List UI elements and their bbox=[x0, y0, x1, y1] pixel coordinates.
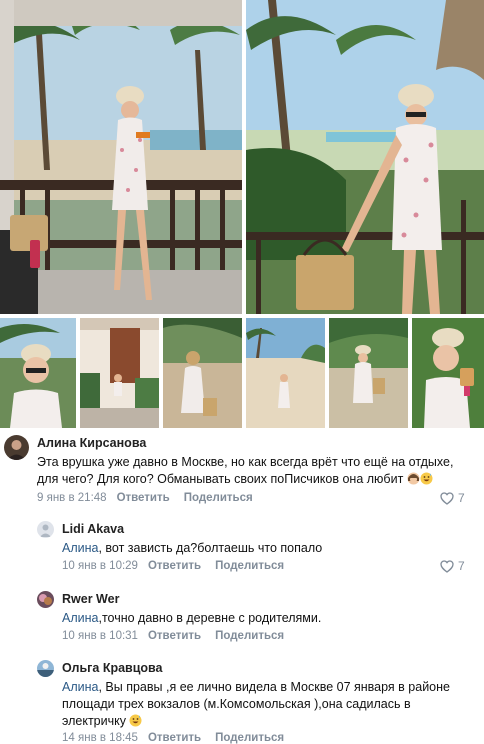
thumbnail-photo-4[interactable] bbox=[246, 318, 325, 428]
thumbnail-photo-2[interactable] bbox=[80, 318, 159, 428]
share-button[interactable]: Поделиться bbox=[215, 732, 284, 744]
share-button[interactable]: Поделиться bbox=[184, 492, 253, 504]
avatar[interactable] bbox=[37, 591, 54, 608]
share-button[interactable]: Поделиться bbox=[215, 630, 284, 642]
comment-meta: 9 янв в 21:48 Ответить Поделиться bbox=[37, 492, 253, 504]
comment-author[interactable]: Ольга Кравцова bbox=[62, 661, 163, 675]
comment-author[interactable]: Lidi Akava bbox=[62, 522, 124, 536]
comment-meta: 10 янв в 10:29 Ответить Поделиться bbox=[62, 560, 284, 572]
comment-text: Алина, Вы правы ,я ее лично видела в Мос… bbox=[62, 679, 477, 730]
grinning-sweat-emoji-icon bbox=[129, 714, 142, 727]
comment: Алина Кирсанова Эта врушка уже давно в М… bbox=[0, 432, 484, 510]
reply-to-link[interactable]: Алина bbox=[62, 541, 98, 555]
comment-text: Эта врушка уже давно в Москве, но как вс… bbox=[37, 454, 477, 488]
thumbnail-photo-6[interactable] bbox=[412, 318, 484, 428]
avatar[interactable] bbox=[37, 521, 54, 538]
heart-icon bbox=[440, 491, 454, 505]
comment-date[interactable]: 14 янв в 18:45 bbox=[62, 732, 138, 744]
comment-date[interactable]: 10 янв в 10:31 bbox=[62, 630, 138, 642]
photo-main-left[interactable] bbox=[0, 0, 242, 314]
comment-meta: 10 янв в 10:31 Ответить Поделиться bbox=[62, 630, 284, 642]
share-button[interactable]: Поделиться bbox=[215, 560, 284, 572]
comment-body: Эта врушка уже давно в Москве, но как вс… bbox=[37, 455, 454, 486]
like-count: 7 bbox=[458, 491, 465, 505]
grinning-sweat-emoji-icon bbox=[420, 472, 433, 485]
heart-icon bbox=[440, 559, 454, 573]
comment: Ольга Кравцова Алина, Вы правы ,я ее лич… bbox=[0, 657, 484, 744]
comment-author[interactable]: Алина Кирсанова bbox=[37, 436, 146, 450]
reply-button[interactable]: Ответить bbox=[148, 560, 201, 572]
comment-date[interactable]: 10 янв в 10:29 bbox=[62, 560, 138, 572]
thumbnail-photo-3[interactable] bbox=[163, 318, 242, 428]
comment: Lidi Akava Алина, вот зависть да?болтаеш… bbox=[0, 518, 484, 580]
woman-facepalming-emoji-icon bbox=[407, 472, 420, 485]
thumbnail-photo-1[interactable] bbox=[0, 318, 76, 428]
reply-to-link[interactable]: Алина bbox=[62, 611, 98, 625]
comment-date[interactable]: 9 янв в 21:48 bbox=[37, 492, 107, 504]
reply-button[interactable]: Ответить bbox=[148, 732, 201, 744]
comment-body: , Вы правы ,я ее лично видела в Москве 0… bbox=[62, 680, 450, 728]
reply-button[interactable]: Ответить bbox=[117, 492, 170, 504]
reply-to-link[interactable]: Алина bbox=[62, 680, 98, 694]
reply-button[interactable]: Ответить bbox=[148, 630, 201, 642]
comment-text: Алина, вот зависть да?болтаешь что попал… bbox=[62, 540, 477, 557]
comment-text: Алина,точно давно в деревне с родителями… bbox=[62, 610, 477, 627]
like-button[interactable]: 7 bbox=[440, 491, 465, 505]
comment-meta: 14 янв в 18:45 Ответить Поделиться bbox=[62, 732, 284, 744]
comment-body: , вот зависть да?болтаешь что попало bbox=[98, 541, 323, 555]
thumbnail-photo-5[interactable] bbox=[329, 318, 408, 428]
comment-body: ,точно давно в деревне с родителями. bbox=[98, 611, 322, 625]
like-button[interactable]: 7 bbox=[440, 559, 465, 573]
comment-author[interactable]: Rwer Wer bbox=[62, 592, 119, 606]
avatar[interactable] bbox=[37, 660, 54, 677]
like-count: 7 bbox=[458, 559, 465, 573]
photo-main-right[interactable] bbox=[246, 0, 484, 314]
avatar[interactable] bbox=[4, 435, 29, 460]
comment: Rwer Wer Алина,точно давно в деревне с р… bbox=[0, 588, 484, 650]
